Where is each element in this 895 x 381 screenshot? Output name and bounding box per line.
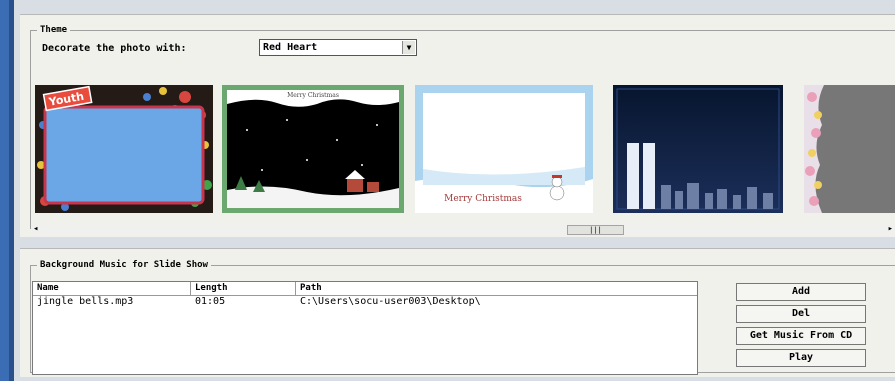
add-button[interactable]: Add bbox=[736, 283, 866, 301]
theme-thumbnail-youth[interactable]: Youth bbox=[35, 85, 213, 213]
window-left-border bbox=[0, 0, 14, 381]
thumbnail-horizontal-scrollbar[interactable]: ◂ ||| ▸ bbox=[31, 224, 895, 236]
table-row[interactable]: jingle bells.mp3 01:05 C:\Users\socu-use… bbox=[33, 295, 697, 309]
scroll-left-arrow-icon[interactable]: ◂ bbox=[33, 224, 38, 234]
theme-thumbnail-flowers[interactable] bbox=[804, 85, 895, 213]
play-button[interactable]: Play bbox=[736, 349, 866, 367]
music-legend: Background Music for Slide Show bbox=[40, 260, 208, 270]
row-name: jingle bells.mp3 bbox=[37, 296, 134, 307]
del-button[interactable]: Del bbox=[736, 305, 866, 323]
row-length: 01:05 bbox=[195, 296, 226, 307]
music-group: Background Music for Slide Show Name Len… bbox=[30, 260, 895, 375]
christmas-snow-image: Merry Christmas bbox=[415, 85, 593, 213]
music-table-header: Name Length Path bbox=[33, 282, 697, 296]
theme-thumbnail-christmas-night[interactable]: Merry Christmas bbox=[222, 85, 404, 213]
column-header-path[interactable]: Path bbox=[296, 282, 697, 295]
music-panel: Background Music for Slide Show Name Len… bbox=[20, 248, 895, 377]
music-table[interactable]: Name Length Path jingle bells.mp3 01:05 … bbox=[32, 281, 698, 375]
christmas-night-image: Merry Christmas bbox=[227, 90, 399, 208]
decorate-label: Decorate the photo with: bbox=[42, 43, 187, 54]
flowers-image bbox=[804, 85, 895, 213]
christmas-night-caption: Merry Christmas bbox=[287, 92, 339, 99]
city-night-image bbox=[613, 85, 783, 213]
scroll-right-arrow-icon[interactable]: ▸ bbox=[888, 224, 893, 234]
column-header-length[interactable]: Length bbox=[191, 282, 296, 295]
window-left-border-shade bbox=[9, 0, 14, 381]
row-path: C:\Users\socu-user003\Desktop\ bbox=[300, 296, 481, 307]
theme-group: Theme Decorate the photo with: Red Heart… bbox=[30, 25, 895, 236]
theme-thumbnail-christmas-snow[interactable]: Merry Christmas bbox=[415, 85, 593, 213]
youth-frame-image: Youth bbox=[35, 85, 213, 213]
theme-legend: Theme bbox=[40, 25, 68, 35]
decoration-select[interactable]: Red Heart ▼ bbox=[259, 39, 417, 56]
theme-thumbnail-city-night[interactable] bbox=[613, 85, 783, 213]
get-music-from-cd-button[interactable]: Get Music From CD bbox=[736, 327, 866, 345]
decoration-select-value: Red Heart bbox=[263, 42, 318, 53]
theme-panel: Theme Decorate the photo with: Red Heart… bbox=[20, 14, 895, 237]
christmas-snow-caption: Merry Christmas bbox=[444, 194, 522, 204]
theme-thumbnail-strip: Youth Merry Christmas Merry Christmas bbox=[31, 79, 895, 224]
column-header-name[interactable]: Name bbox=[33, 282, 191, 295]
scrollbar-thumb[interactable]: ||| bbox=[567, 225, 624, 235]
chevron-down-icon[interactable]: ▼ bbox=[402, 41, 415, 54]
